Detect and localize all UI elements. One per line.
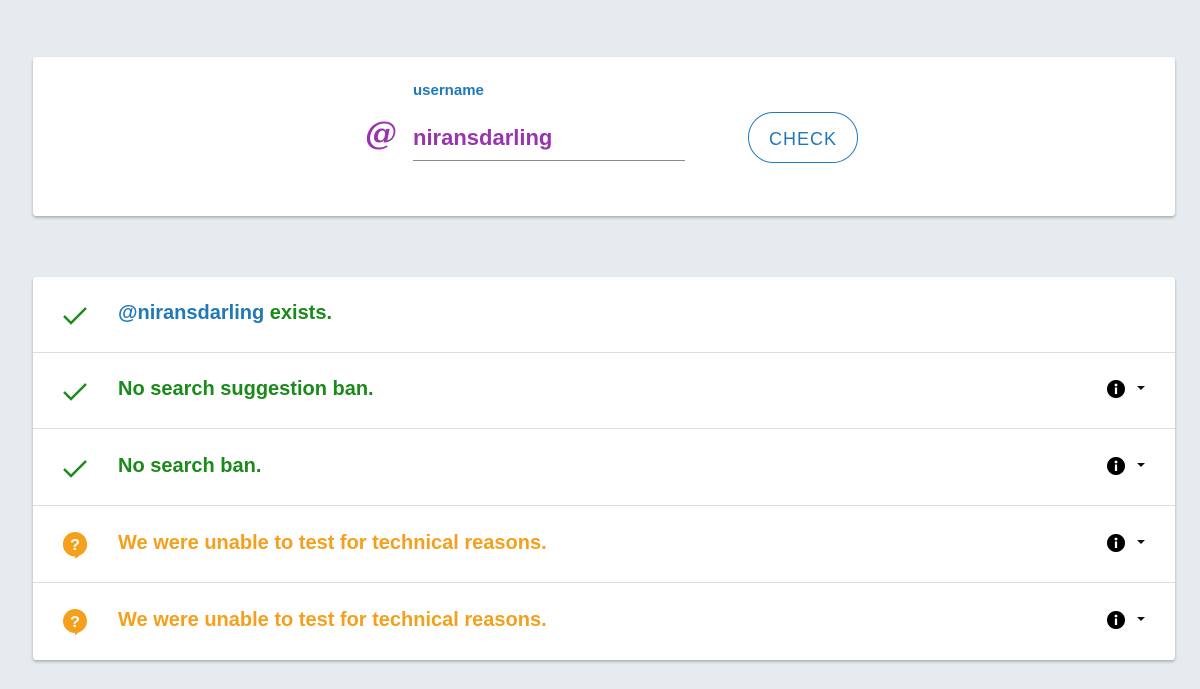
info-icon <box>1107 534 1125 552</box>
caret-down-icon <box>1137 617 1145 621</box>
username-input[interactable] <box>413 115 685 161</box>
caret-down-icon <box>1137 540 1145 544</box>
result-text: @niransdarling exists. <box>118 302 332 325</box>
question-bubble-icon: ? <box>63 532 88 559</box>
username-handle: @niransdarling <box>118 302 265 324</box>
question-bubble-icon: ? <box>63 609 87 636</box>
username-label: username <box>413 82 484 99</box>
result-text: We were unable to test for technical rea… <box>118 532 547 554</box>
caret-down-icon <box>1137 386 1145 390</box>
svg-text:?: ? <box>70 537 80 554</box>
checkmark-icon <box>63 460 87 478</box>
info-icon <box>1107 457 1125 475</box>
details-toggle[interactable] <box>1107 534 1151 554</box>
result-row-search-ban: No search ban. <box>33 430 1175 506</box>
result-text: No search suggestion ban. <box>118 378 374 400</box>
info-icon <box>1107 611 1125 629</box>
search-card: username @ CHECK <box>33 57 1175 216</box>
at-sign-icon: @ <box>365 114 397 152</box>
svg-text:?: ? <box>70 614 80 631</box>
checkmark-icon <box>63 383 87 401</box>
caret-down-icon <box>1137 463 1145 467</box>
info-icon <box>1107 380 1125 398</box>
checkmark-icon <box>63 307 87 325</box>
result-row-technical-2: ? We were unable to test for technical r… <box>33 584 1175 660</box>
details-toggle[interactable] <box>1107 457 1151 477</box>
result-text: We were unable to test for technical rea… <box>118 609 547 631</box>
result-row-technical-1: ? We were unable to test for technical r… <box>33 507 1175 583</box>
details-toggle[interactable] <box>1107 611 1151 631</box>
check-button[interactable]: CHECK <box>748 112 858 163</box>
result-row-exists: @niransdarling exists. <box>33 277 1175 353</box>
result-text-suffix: exists. <box>264 302 333 324</box>
results-card: @niransdarling exists. No search suggest… <box>33 277 1175 660</box>
result-row-search-suggestion-ban: No search suggestion ban. <box>33 353 1175 429</box>
result-text: No search ban. <box>118 455 262 477</box>
details-toggle[interactable] <box>1107 380 1151 400</box>
